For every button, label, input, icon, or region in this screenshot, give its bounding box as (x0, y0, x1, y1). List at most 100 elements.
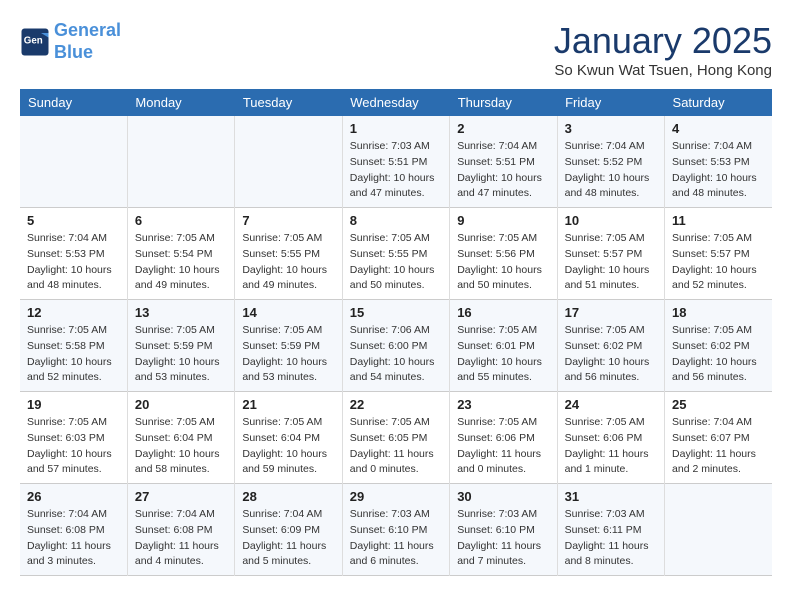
day-number: 16 (457, 305, 549, 320)
day-cell: 18 Sunrise: 7:05 AM Sunset: 6:02 PM Dayli… (665, 300, 772, 392)
day-number: 24 (565, 397, 657, 412)
day-number: 19 (27, 397, 120, 412)
day-cell: 26Sunrise: 7:04 AM Sunset: 6:08 PM Dayli… (20, 484, 127, 576)
logo-text-line1: General (54, 20, 121, 42)
day-info: Sunrise: 7:05 AM Sunset: 5:56 PM Dayligh… (457, 231, 549, 294)
day-info: Sunrise: 7:05 AM Sunset: 6:05 PM Dayligh… (350, 415, 442, 478)
day-info: Sunrise: 7:03 AM Sunset: 6:10 PM Dayligh… (350, 507, 442, 570)
day-cell: 21 Sunrise: 7:05 AM Sunset: 6:04 PM Dayli… (235, 392, 342, 484)
day-info: Sunrise: 7:04 AM Sunset: 6:07 PM Dayligh… (672, 415, 765, 478)
day-info: Sunrise: 7:05 AM Sunset: 6:01 PM Dayligh… (457, 323, 549, 386)
day-info: Sunrise: 7:04 AM Sunset: 6:08 PM Dayligh… (135, 507, 227, 570)
day-cell: 24Sunrise: 7:05 AM Sunset: 6:06 PM Dayli… (557, 392, 664, 484)
day-number: 10 (565, 213, 657, 228)
day-number: 20 (135, 397, 227, 412)
day-number: 8 (350, 213, 442, 228)
header-monday: Monday (127, 89, 234, 116)
header-sunday: Sunday (20, 89, 127, 116)
svg-text:Gen: Gen (24, 35, 43, 46)
day-info: Sunrise: 7:05 AM Sunset: 5:55 PM Dayligh… (350, 231, 442, 294)
day-number: 31 (565, 489, 657, 504)
day-cell: 1Sunrise: 7:03 AM Sunset: 5:51 PM Daylig… (342, 116, 449, 208)
day-number: 18 (672, 305, 765, 320)
day-number: 4 (672, 121, 765, 136)
day-number: 27 (135, 489, 227, 504)
day-cell: 30 Sunrise: 7:03 AM Sunset: 6:10 PM Dayli… (450, 484, 557, 576)
header-row: SundayMondayTuesdayWednesdayThursdayFrid… (20, 89, 772, 116)
day-number: 6 (135, 213, 227, 228)
day-number: 9 (457, 213, 549, 228)
logo-text-line2: Blue (54, 42, 121, 64)
day-cell: 15Sunrise: 7:06 AM Sunset: 6:00 PM Dayli… (342, 300, 449, 392)
week-row-4: 26 Sunrise: 7:04 AM Sunset: 6:08 PM Dayli… (20, 484, 772, 576)
day-info: Sunrise: 7:05 AM Sunset: 5:58 PM Dayligh… (27, 323, 120, 386)
day-cell: 29 Sunrise: 7:03 AM Sunset: 6:10 PM Dayli… (342, 484, 449, 576)
day-cell: 5Sunrise: 7:04 AM Sunset: 5:53 PM Daylig… (20, 208, 127, 300)
day-info: Sunrise: 7:04 AM Sunset: 5:53 PM Dayligh… (672, 139, 765, 202)
day-cell: 6Sunrise: 7:05 AM Sunset: 5:54 PM Daylig… (127, 208, 234, 300)
day-cell: 19 Sunrise: 7:05 AM Sunset: 6:03 PM Dayli… (20, 392, 127, 484)
day-cell: 23Sunrise: 7:05 AM Sunset: 6:06 PM Dayli… (450, 392, 557, 484)
day-number: 30 (457, 489, 549, 504)
day-cell: 10Sunrise: 7:05 AM Sunset: 5:57 PM Dayli… (557, 208, 664, 300)
day-info: Sunrise: 7:06 AM Sunset: 6:00 PM Dayligh… (350, 323, 442, 386)
header-tuesday: Tuesday (235, 89, 342, 116)
day-number: 12 (27, 305, 120, 320)
logo: Gen General Blue (20, 20, 121, 63)
week-row-0: 1Sunrise: 7:03 AM Sunset: 5:51 PM Daylig… (20, 116, 772, 208)
day-info: Sunrise: 7:04 AM Sunset: 6:09 PM Dayligh… (242, 507, 334, 570)
calendar-title: January 2025 (554, 20, 772, 62)
day-cell: 28 Sunrise: 7:04 AM Sunset: 6:09 PM Dayli… (235, 484, 342, 576)
day-number: 25 (672, 397, 765, 412)
day-number: 3 (565, 121, 657, 136)
day-cell: 25 Sunrise: 7:04 AM Sunset: 6:07 PM Dayli… (665, 392, 772, 484)
day-cell: 16 Sunrise: 7:05 AM Sunset: 6:01 PM Dayli… (450, 300, 557, 392)
week-row-3: 19 Sunrise: 7:05 AM Sunset: 6:03 PM Dayli… (20, 392, 772, 484)
day-number: 28 (242, 489, 334, 504)
day-cell: 22 Sunrise: 7:05 AM Sunset: 6:05 PM Dayli… (342, 392, 449, 484)
day-cell (665, 484, 772, 576)
day-cell: 12 Sunrise: 7:05 AM Sunset: 5:58 PM Dayli… (20, 300, 127, 392)
day-cell (127, 116, 234, 208)
day-info: Sunrise: 7:03 AM Sunset: 6:11 PM Dayligh… (565, 507, 657, 570)
day-cell: 4 Sunrise: 7:04 AM Sunset: 5:53 PM Daylig… (665, 116, 772, 208)
day-info: Sunrise: 7:05 AM Sunset: 5:59 PM Dayligh… (135, 323, 227, 386)
day-info: Sunrise: 7:05 AM Sunset: 6:03 PM Dayligh… (27, 415, 120, 478)
day-cell (20, 116, 127, 208)
day-cell: 17 Sunrise: 7:05 AM Sunset: 6:02 PM Dayli… (557, 300, 664, 392)
day-number: 14 (242, 305, 334, 320)
header-thursday: Thursday (450, 89, 557, 116)
day-cell: 27 Sunrise: 7:04 AM Sunset: 6:08 PM Dayli… (127, 484, 234, 576)
header-friday: Friday (557, 89, 664, 116)
day-info: Sunrise: 7:05 AM Sunset: 6:04 PM Dayligh… (135, 415, 227, 478)
day-info: Sunrise: 7:04 AM Sunset: 5:52 PM Dayligh… (565, 139, 657, 202)
day-info: Sunrise: 7:03 AM Sunset: 6:10 PM Dayligh… (457, 507, 549, 570)
title-block: January 2025 So Kwun Wat Tsuen, Hong Kon… (554, 20, 772, 79)
day-number: 21 (242, 397, 334, 412)
day-number: 5 (27, 213, 120, 228)
week-row-2: 12 Sunrise: 7:05 AM Sunset: 5:58 PM Dayli… (20, 300, 772, 392)
day-number: 1 (350, 121, 442, 136)
day-number: 22 (350, 397, 442, 412)
calendar-subtitle: So Kwun Wat Tsuen, Hong Kong (554, 62, 772, 79)
day-info: Sunrise: 7:05 AM Sunset: 5:55 PM Dayligh… (242, 231, 334, 294)
day-info: Sunrise: 7:05 AM Sunset: 5:57 PM Dayligh… (672, 231, 765, 294)
calendar-table: SundayMondayTuesdayWednesdayThursdayFrid… (20, 89, 772, 576)
day-number: 17 (565, 305, 657, 320)
header-wednesday: Wednesday (342, 89, 449, 116)
logo-icon: Gen (20, 27, 50, 57)
day-number: 23 (457, 397, 549, 412)
day-info: Sunrise: 7:04 AM Sunset: 5:51 PM Dayligh… (457, 139, 549, 202)
day-cell: 20 Sunrise: 7:05 AM Sunset: 6:04 PM Dayli… (127, 392, 234, 484)
day-cell: 31 Sunrise: 7:03 AM Sunset: 6:11 PM Dayli… (557, 484, 664, 576)
day-number: 29 (350, 489, 442, 504)
day-number: 11 (672, 213, 765, 228)
day-info: Sunrise: 7:05 AM Sunset: 6:02 PM Dayligh… (672, 323, 765, 386)
day-cell: 8 Sunrise: 7:05 AM Sunset: 5:55 PM Daylig… (342, 208, 449, 300)
day-info: Sunrise: 7:05 AM Sunset: 6:04 PM Dayligh… (242, 415, 334, 478)
day-number: 13 (135, 305, 227, 320)
day-number: 26 (27, 489, 120, 504)
day-info: Sunrise: 7:05 AM Sunset: 6:02 PM Dayligh… (565, 323, 657, 386)
week-row-1: 5Sunrise: 7:04 AM Sunset: 5:53 PM Daylig… (20, 208, 772, 300)
header-saturday: Saturday (665, 89, 772, 116)
